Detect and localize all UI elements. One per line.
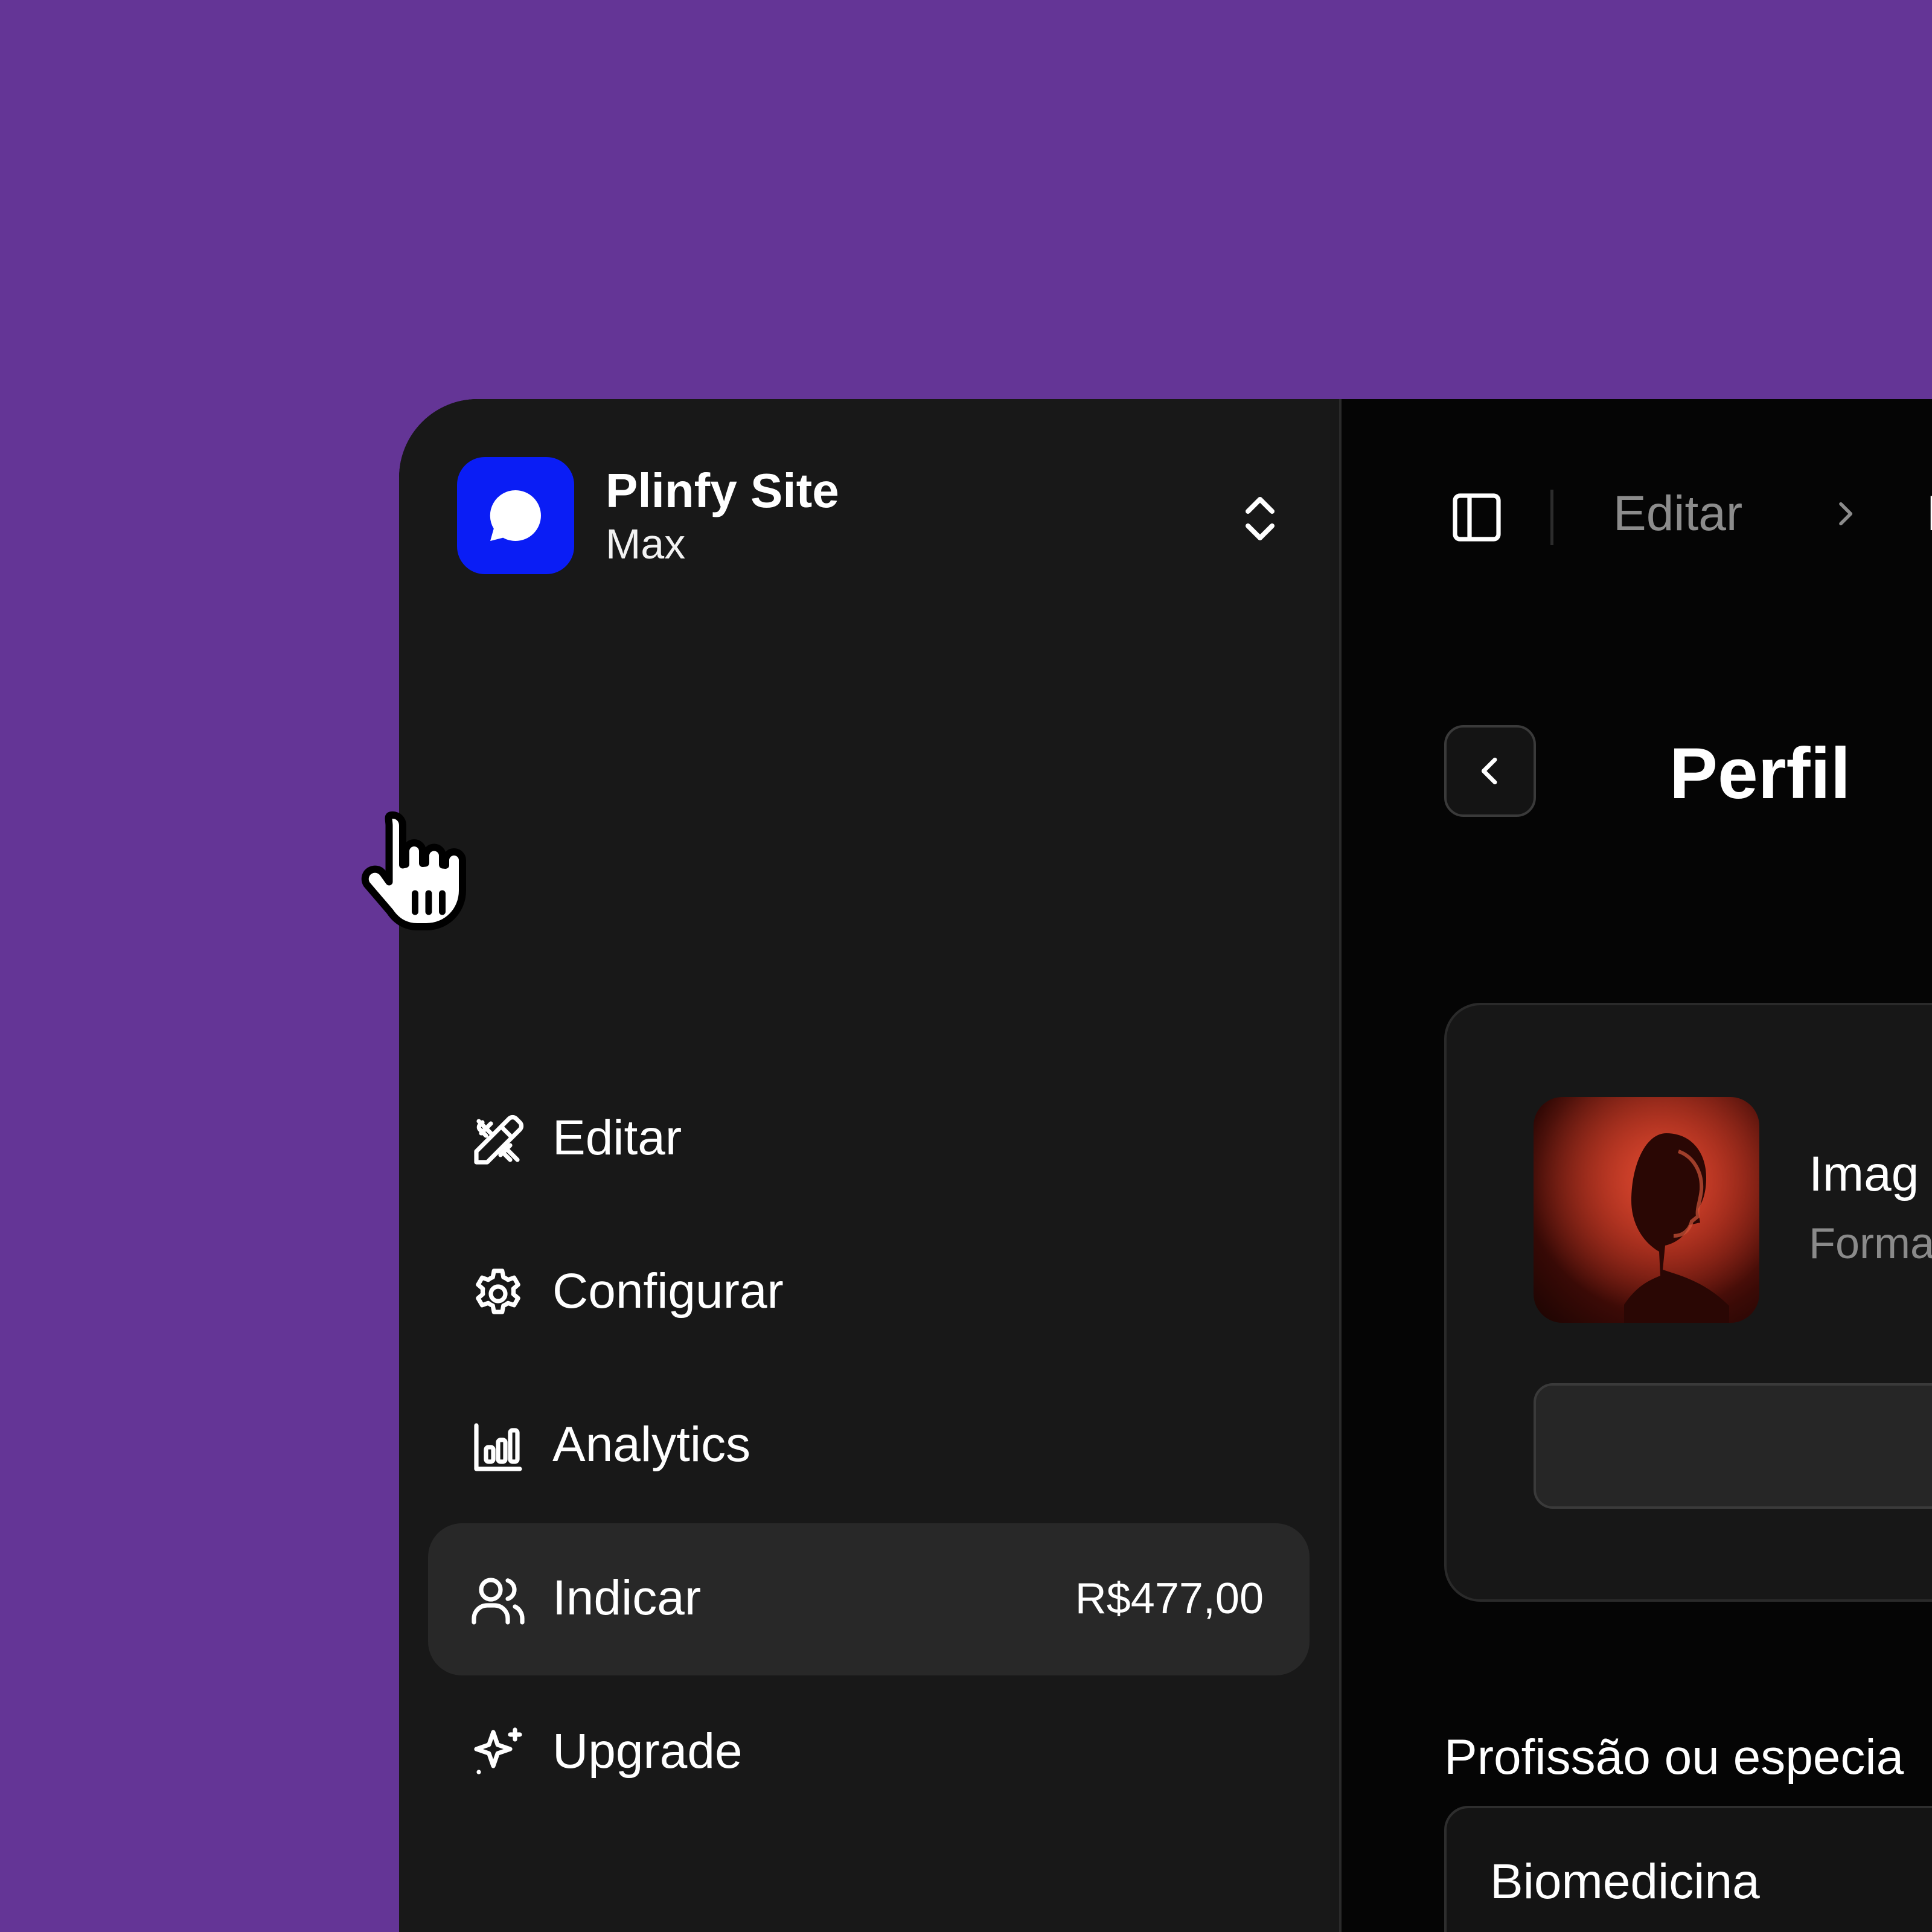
sidebar: Plinfy Site Max Editar Configurar Analyt…: [399, 399, 1342, 1932]
sidebar-item-indicar[interactable]: Indicar R$477,00: [428, 1523, 1310, 1675]
brand-logo[interactable]: [457, 457, 574, 574]
portrait-image: [1534, 1097, 1759, 1323]
sidebar-item-configurar[interactable]: Configurar: [428, 1217, 1310, 1369]
sidebar-item-analytics[interactable]: Analytics: [428, 1370, 1310, 1522]
profile-image-card: Imag Forma: [1444, 1003, 1932, 1602]
sidebar-item-editar[interactable]: Editar: [428, 1063, 1310, 1215]
image-title: Imag: [1809, 1147, 1919, 1201]
sidebar-item-label: Indicar: [552, 1570, 702, 1625]
workspace-title: Plinfy Site: [606, 464, 839, 517]
gear-icon: [476, 1268, 520, 1314]
bar-chart-icon: [474, 1423, 522, 1471]
sparkles-icon: [474, 1727, 522, 1774]
chevrons-up-down-icon[interactable]: [1231, 490, 1289, 548]
chevron-left-icon: [1481, 757, 1497, 785]
breadcrumb-item-editar[interactable]: Editar: [1613, 484, 1742, 544]
sidebar-item-label: Upgrade: [552, 1724, 743, 1779]
users-icon: [472, 1578, 525, 1625]
main-content: Editar Pe Perfil: [1342, 399, 1932, 1932]
page-title: Perfil: [1669, 733, 1851, 814]
breadcrumb-item-current: Pe: [1927, 484, 1932, 544]
sidebar-item-label: Analytics: [552, 1417, 751, 1472]
sidebar-item-label: Editar: [552, 1110, 682, 1165]
sidebar-toggle-icon[interactable]: [1448, 488, 1506, 546]
referral-balance: R$477,00: [1075, 1575, 1264, 1623]
upload-image-button[interactable]: [1534, 1383, 1932, 1509]
sidebar-item-label: Configurar: [552, 1264, 784, 1319]
chevron-right-icon: [1839, 502, 1853, 526]
workspace-plan: Max: [606, 520, 686, 568]
chat-bubble-icon: [490, 490, 541, 541]
image-format-hint: Forma: [1809, 1220, 1932, 1268]
profession-label: Profissão ou especia: [1444, 1730, 1904, 1785]
breadcrumb-divider: [1550, 490, 1553, 545]
profile-avatar[interactable]: [1534, 1097, 1759, 1323]
hand-pointer-cursor-icon: [361, 811, 466, 930]
sidebar-item-upgrade[interactable]: Upgrade: [428, 1677, 1310, 1829]
app-window: Plinfy Site Max Editar Configurar Analyt…: [399, 399, 1932, 1932]
back-button[interactable]: [1444, 725, 1536, 817]
pencil-ruler-icon: [474, 1115, 524, 1165]
profession-input[interactable]: Biomedicina: [1444, 1806, 1932, 1932]
profession-value: Biomedicina: [1490, 1854, 1760, 1909]
